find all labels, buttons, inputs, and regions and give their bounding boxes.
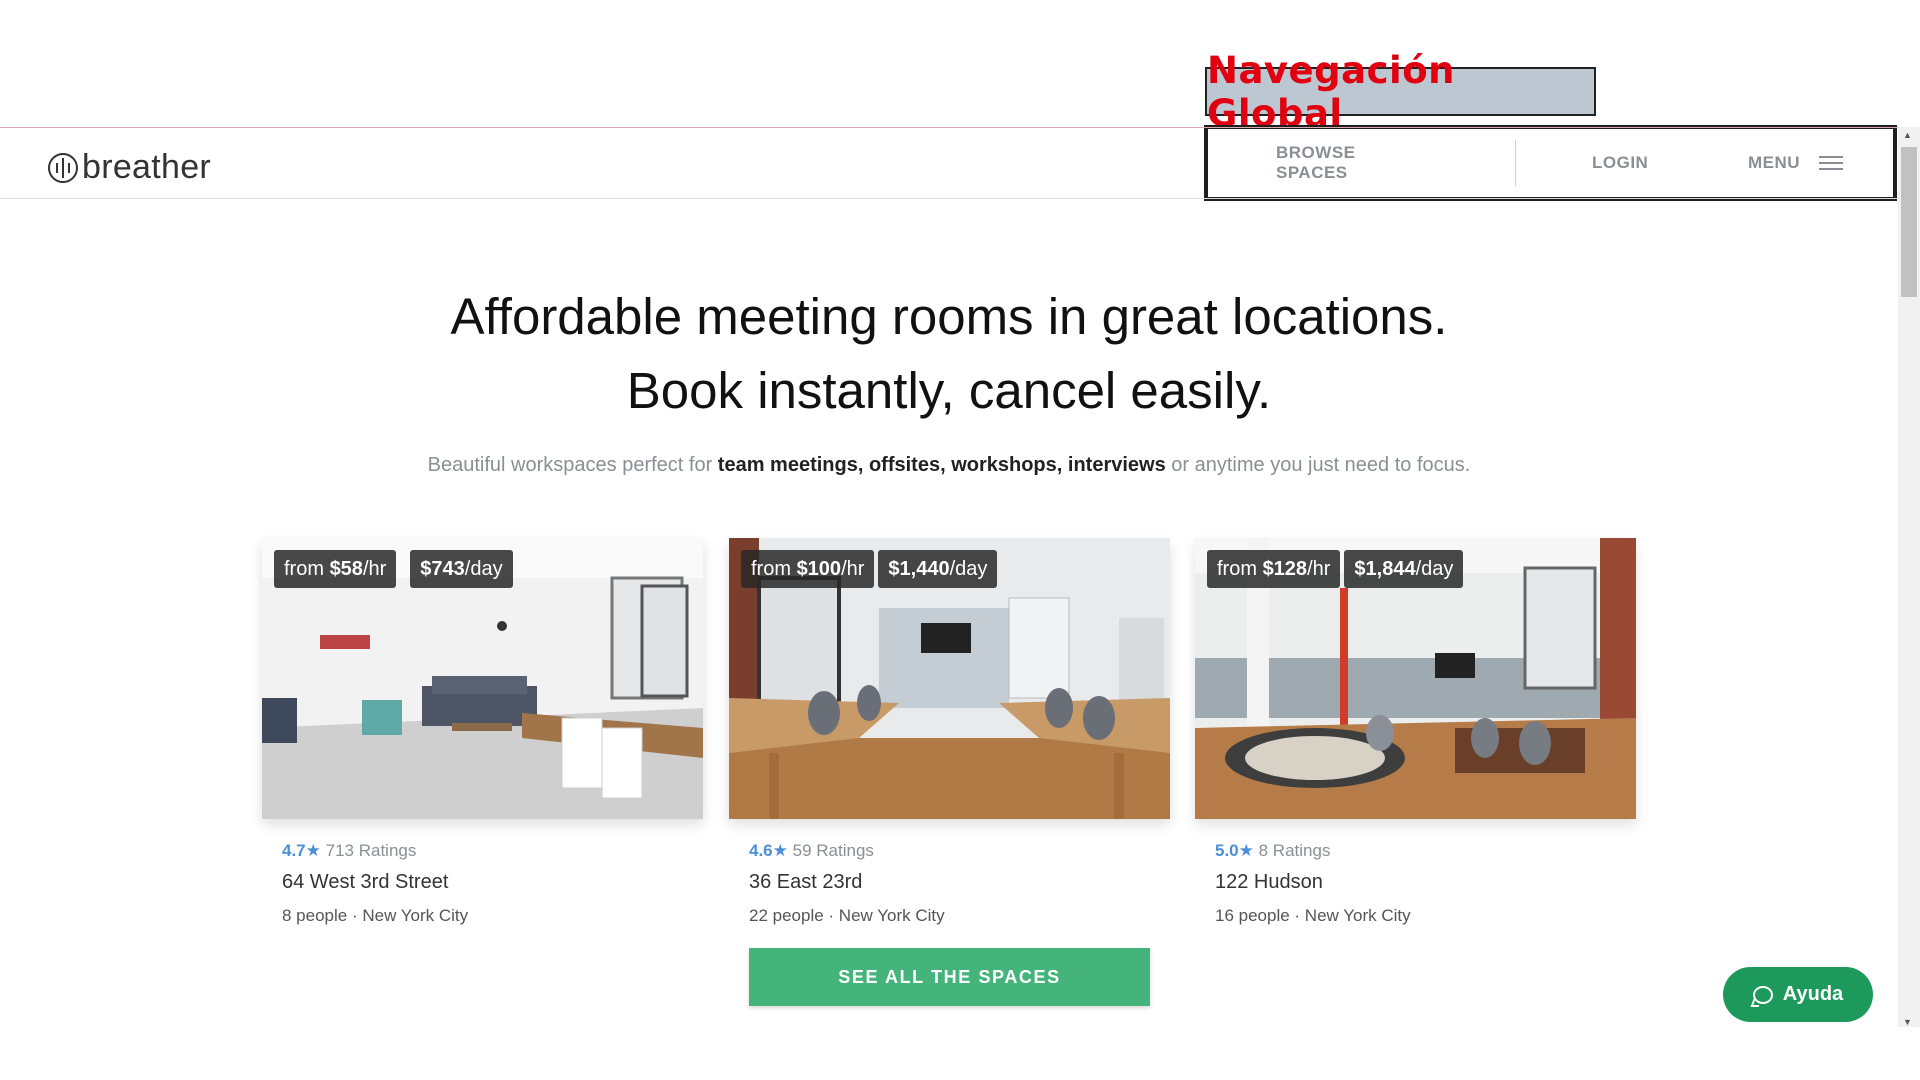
space-meta: 8 people · New York City [282,906,469,925]
price-tags: from $100/hr $1,440/day [741,550,998,588]
space-card[interactable]: from $100/hr $1,440/day 4.6★ 59 Ratings … [729,538,1170,926]
space-photo[interactable]: from $128/hr $1,844/day [1195,538,1636,819]
space-meta: 22 people · New York City [749,906,945,925]
logo[interactable]: breather [48,148,211,187]
rating-score: 4.6 [749,841,773,860]
space-info: 4.6★ 59 Ratings 36 East 23rd 22 people ·… [729,819,1170,926]
rating-score: 5.0 [1215,841,1239,860]
scroll-down-arrow-icon[interactable]: ▼ [1903,1017,1912,1027]
hero-title-line-1: Affordable meeting rooms in great locati… [450,288,1448,345]
browse-spaces-link[interactable]: BROWSE SPACES [1276,143,1356,183]
space-photo[interactable]: from $100/hr $1,440/day [729,538,1170,819]
site-header: breather BROWSE SPACES LOGIN MENU [0,127,1898,199]
star-icon: ★ [772,841,788,860]
menu-label: MENU [1748,153,1801,172]
space-card[interactable]: from $58/hr $743/day 4.7★ 713 Ratings 64… [262,538,703,926]
star-icon: ★ [1238,841,1254,860]
scroll-thumb[interactable] [1901,147,1917,297]
space-meta: 16 people · New York City [1215,906,1411,925]
space-info: 4.7★ 713 Ratings 64 West 3rd Street 8 pe… [262,819,703,926]
help-label: Ayuda [1782,983,1844,1005]
hero-sub-bold: team meetings, offsites, workshops, inte… [717,454,1166,476]
ratings-count: 8 Ratings [1258,841,1331,860]
hero-title: Affordable meeting rooms in great locati… [0,280,1898,428]
space-card[interactable]: from $128/hr $1,844/day 5.0★ 8 Ratings 1… [1195,538,1636,926]
space-address[interactable]: 64 West 3rd Street [282,871,683,894]
help-chat-button[interactable]: Ayuda [1723,967,1873,1022]
space-address[interactable]: 36 East 23rd [749,871,1150,894]
hourly-price-tag: from $58/hr [274,550,397,588]
hamburger-icon [1819,156,1844,170]
space-photo[interactable]: from $58/hr $743/day [262,538,703,819]
hero-subtitle: Beautiful workspaces perfect for team me… [0,454,1898,477]
price-tags: from $128/hr $1,844/day [1207,550,1464,588]
hourly-price-tag: from $128/hr [1207,550,1341,588]
see-all-spaces-button[interactable]: SEE ALL THE SPACES [749,948,1150,1006]
hourly-price-tag: from $100/hr [741,550,875,588]
space-info: 5.0★ 8 Ratings 122 Hudson 16 people · Ne… [1195,819,1636,926]
ratings-count: 59 Ratings [792,841,874,860]
scroll-up-arrow-icon[interactable]: ▲ [1903,130,1912,140]
hero-sub-suffix: or anytime you just need to focus. [1165,454,1471,476]
page-scrollbar[interactable]: ▲ ▼ [1898,127,1920,1027]
rating-score: 4.7 [282,841,306,860]
rating: 4.7★ 713 Ratings [282,841,683,861]
rating: 5.0★ 8 Ratings [1215,841,1616,861]
chat-bubble-icon [1752,985,1773,1004]
space-address[interactable]: 122 Hudson [1215,871,1616,894]
daily-price-tag: $743/day [410,550,513,588]
hero-sub-prefix: Beautiful workspaces perfect for [427,454,718,476]
rating: 4.6★ 59 Ratings [749,841,1150,861]
ratings-count: 713 Ratings [325,841,417,860]
menu-button[interactable]: MENU [1748,153,1844,173]
daily-price-tag: $1,440/day [878,550,998,588]
star-icon: ★ [305,841,321,860]
price-tags: from $58/hr $743/day [274,550,513,588]
tree-logo-icon [48,152,78,183]
annotation-label: Navegación Global [1205,49,1596,135]
logo-text: breather [82,148,212,186]
hero-title-line-2: Book instantly, cancel easily. [626,362,1272,419]
daily-price-tag: $1,844/day [1344,550,1464,588]
login-link[interactable]: LOGIN [1592,153,1648,173]
nav-divider [1515,140,1516,186]
